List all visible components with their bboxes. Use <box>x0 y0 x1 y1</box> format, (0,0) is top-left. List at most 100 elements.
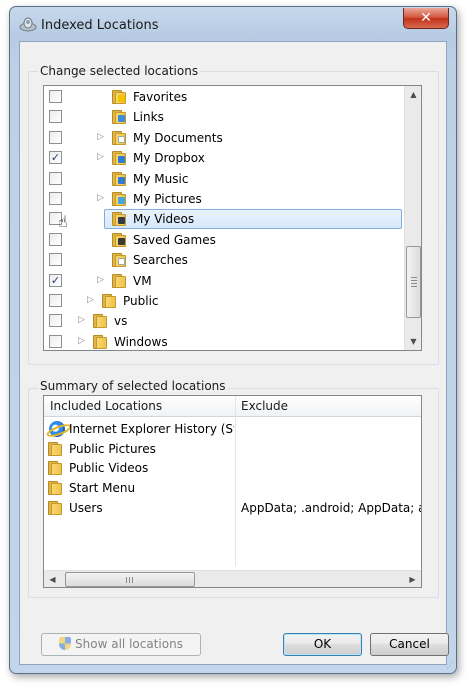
hand-pointer-cursor-icon: ☝ <box>58 212 68 232</box>
expand-arrow-icon[interactable]: ▷ <box>97 275 106 286</box>
indexed-locations-window: Indexed Locations ✕ Change selected loca… <box>9 6 457 674</box>
folder-star-icon <box>112 90 128 104</box>
expand-arrow-icon[interactable]: ▷ <box>97 132 106 143</box>
location-checkbox[interactable] <box>49 90 62 103</box>
indexing-options-icon <box>19 17 37 32</box>
location-checkbox[interactable]: ✓ <box>49 273 62 287</box>
list-item[interactable]: Internet Explorer History (Sy... <box>44 419 421 439</box>
folder-icon <box>112 273 128 288</box>
list-item[interactable]: Users AppData; .android; AppData; andr <box>44 498 421 518</box>
scroll-grip-line <box>126 577 127 583</box>
window-title: Indexed Locations <box>41 18 159 33</box>
dialog-client-area: Change selected locations ▷ Windows ▷ vs ▷ Pu… <box>19 41 449 665</box>
folder-icon <box>48 461 64 476</box>
tree-row[interactable]: Favorites <box>44 87 404 107</box>
tree-row[interactable]: ✓ ▷ My Dropbox <box>44 148 404 168</box>
tree-row[interactable]: ▷ vs <box>44 311 404 331</box>
tree-row[interactable]: ▷ My Documents <box>44 128 404 148</box>
locations-tree[interactable]: ▷ Windows ▷ vs ▷ Public ✓ ▷ VM Searches Saved Game… <box>43 85 422 351</box>
location-checkbox[interactable] <box>49 171 62 185</box>
scroll-grip-line <box>411 283 417 284</box>
scroll-grip-line <box>411 286 417 287</box>
location-checkbox[interactable] <box>49 334 62 348</box>
scroll-grip-line <box>132 577 133 583</box>
tree-row-label: Windows <box>114 334 168 349</box>
scroll-left-arrow-icon[interactable]: ◀ <box>44 571 61 587</box>
tree-row[interactable]: My Music <box>44 169 404 189</box>
location-checkbox[interactable] <box>49 130 62 144</box>
location-checkbox[interactable] <box>49 192 62 205</box>
folder-icon <box>93 314 109 329</box>
tree-row-label: My Documents <box>133 130 223 145</box>
ok-button[interactable]: OK <box>283 633 362 656</box>
tree-row-label: My Videos <box>133 212 195 227</box>
folder-games-icon <box>112 232 128 247</box>
column-header-exclude[interactable]: Exclude <box>241 399 288 413</box>
folder-search-icon <box>112 253 128 268</box>
location-checkbox[interactable]: ✓ <box>49 151 62 165</box>
scroll-grip-line <box>129 577 130 583</box>
tree-row[interactable]: ✓ ▷ VM <box>44 271 404 291</box>
summary-scroll-thumb[interactable] <box>65 572 195 587</box>
tree-row-label: Public <box>123 294 159 308</box>
folder-documents-icon <box>112 130 128 145</box>
folder-icon <box>48 481 64 496</box>
tree-scroll-thumb[interactable] <box>406 246 421 318</box>
location-checkbox[interactable] <box>49 294 62 307</box>
tree-row-label: My Dropbox <box>133 151 205 166</box>
change-locations-label: Change selected locations <box>38 64 201 78</box>
tree-row[interactable]: ▷ My Pictures <box>44 189 404 209</box>
list-item[interactable]: Public Pictures <box>44 439 421 459</box>
folder-dropbox-icon <box>112 151 128 166</box>
scroll-up-arrow-icon[interactable]: ▲ <box>405 86 421 103</box>
summary-list-header: Included Locations Exclude <box>44 396 421 417</box>
location-checkbox[interactable] <box>49 110 62 124</box>
folder-pictures-icon <box>112 192 128 206</box>
cancel-button[interactable]: Cancel <box>370 633 449 656</box>
scroll-down-arrow-icon[interactable]: ▼ <box>405 333 421 350</box>
folder-icon <box>93 334 109 349</box>
expand-arrow-icon[interactable]: ▷ <box>78 315 87 326</box>
tree-row[interactable]: ▷ Public <box>44 291 404 311</box>
location-checkbox[interactable] <box>49 314 62 328</box>
uac-shield-icon <box>59 637 72 650</box>
expand-arrow-icon[interactable]: ▷ <box>78 336 87 347</box>
summary-list[interactable]: Included Locations Exclude ◀ ▶ Internet … <box>43 395 422 588</box>
included-location-cell: Public Pictures <box>69 441 156 456</box>
location-checkbox[interactable] <box>49 232 62 246</box>
summary-horizontal-scrollbar[interactable]: ◀ ▶ <box>44 570 421 587</box>
included-location-cell: Public Videos <box>69 461 149 476</box>
exclude-cell: AppData; .android; AppData; andr <box>241 500 421 515</box>
list-item[interactable]: Start Menu <box>44 478 421 498</box>
tree-row[interactable]: Links <box>44 107 404 127</box>
resize-grip-icon[interactable]: ⋰ <box>444 661 454 671</box>
internet-explorer-icon <box>49 421 65 437</box>
folder-music-icon <box>112 171 128 186</box>
included-location-cell: Users <box>69 500 103 515</box>
ok-label: OK <box>313 637 332 651</box>
tree-row[interactable]: Searches <box>44 250 404 270</box>
included-location-cell: Start Menu <box>69 481 136 496</box>
folder-videos-icon <box>112 212 128 227</box>
expand-arrow-icon[interactable]: ▷ <box>87 295 96 306</box>
tree-row-label: VM <box>133 273 152 288</box>
tree-vertical-scrollbar[interactable]: ▲ ▼ <box>404 86 421 350</box>
show-all-locations-button[interactable]: Show all locations <box>41 633 201 656</box>
close-button[interactable]: ✕ <box>403 8 449 29</box>
tree-row[interactable]: My Videos ☝ <box>44 209 404 232</box>
column-header-included[interactable]: Included Locations <box>50 399 162 413</box>
scroll-right-arrow-icon[interactable]: ▶ <box>404 571 421 587</box>
tree-row-label: My Music <box>133 171 189 186</box>
summary-locations-label: Summary of selected locations <box>38 379 228 393</box>
list-item[interactable]: Public Videos <box>44 458 421 478</box>
tree-row-label: Searches <box>133 253 188 268</box>
tree-row[interactable]: Saved Games <box>44 230 404 250</box>
expand-arrow-icon[interactable]: ▷ <box>97 152 106 163</box>
expand-arrow-icon[interactable]: ▷ <box>97 193 106 204</box>
tree-row[interactable]: ▷ Windows <box>44 332 404 350</box>
tree-row-label: Saved Games <box>133 232 216 247</box>
tree-row-label: My Pictures <box>133 192 202 206</box>
included-location-cell: Internet Explorer History (Sy... <box>69 422 234 436</box>
location-checkbox[interactable] <box>49 253 62 267</box>
title-bar[interactable]: Indexed Locations ✕ <box>10 7 456 41</box>
